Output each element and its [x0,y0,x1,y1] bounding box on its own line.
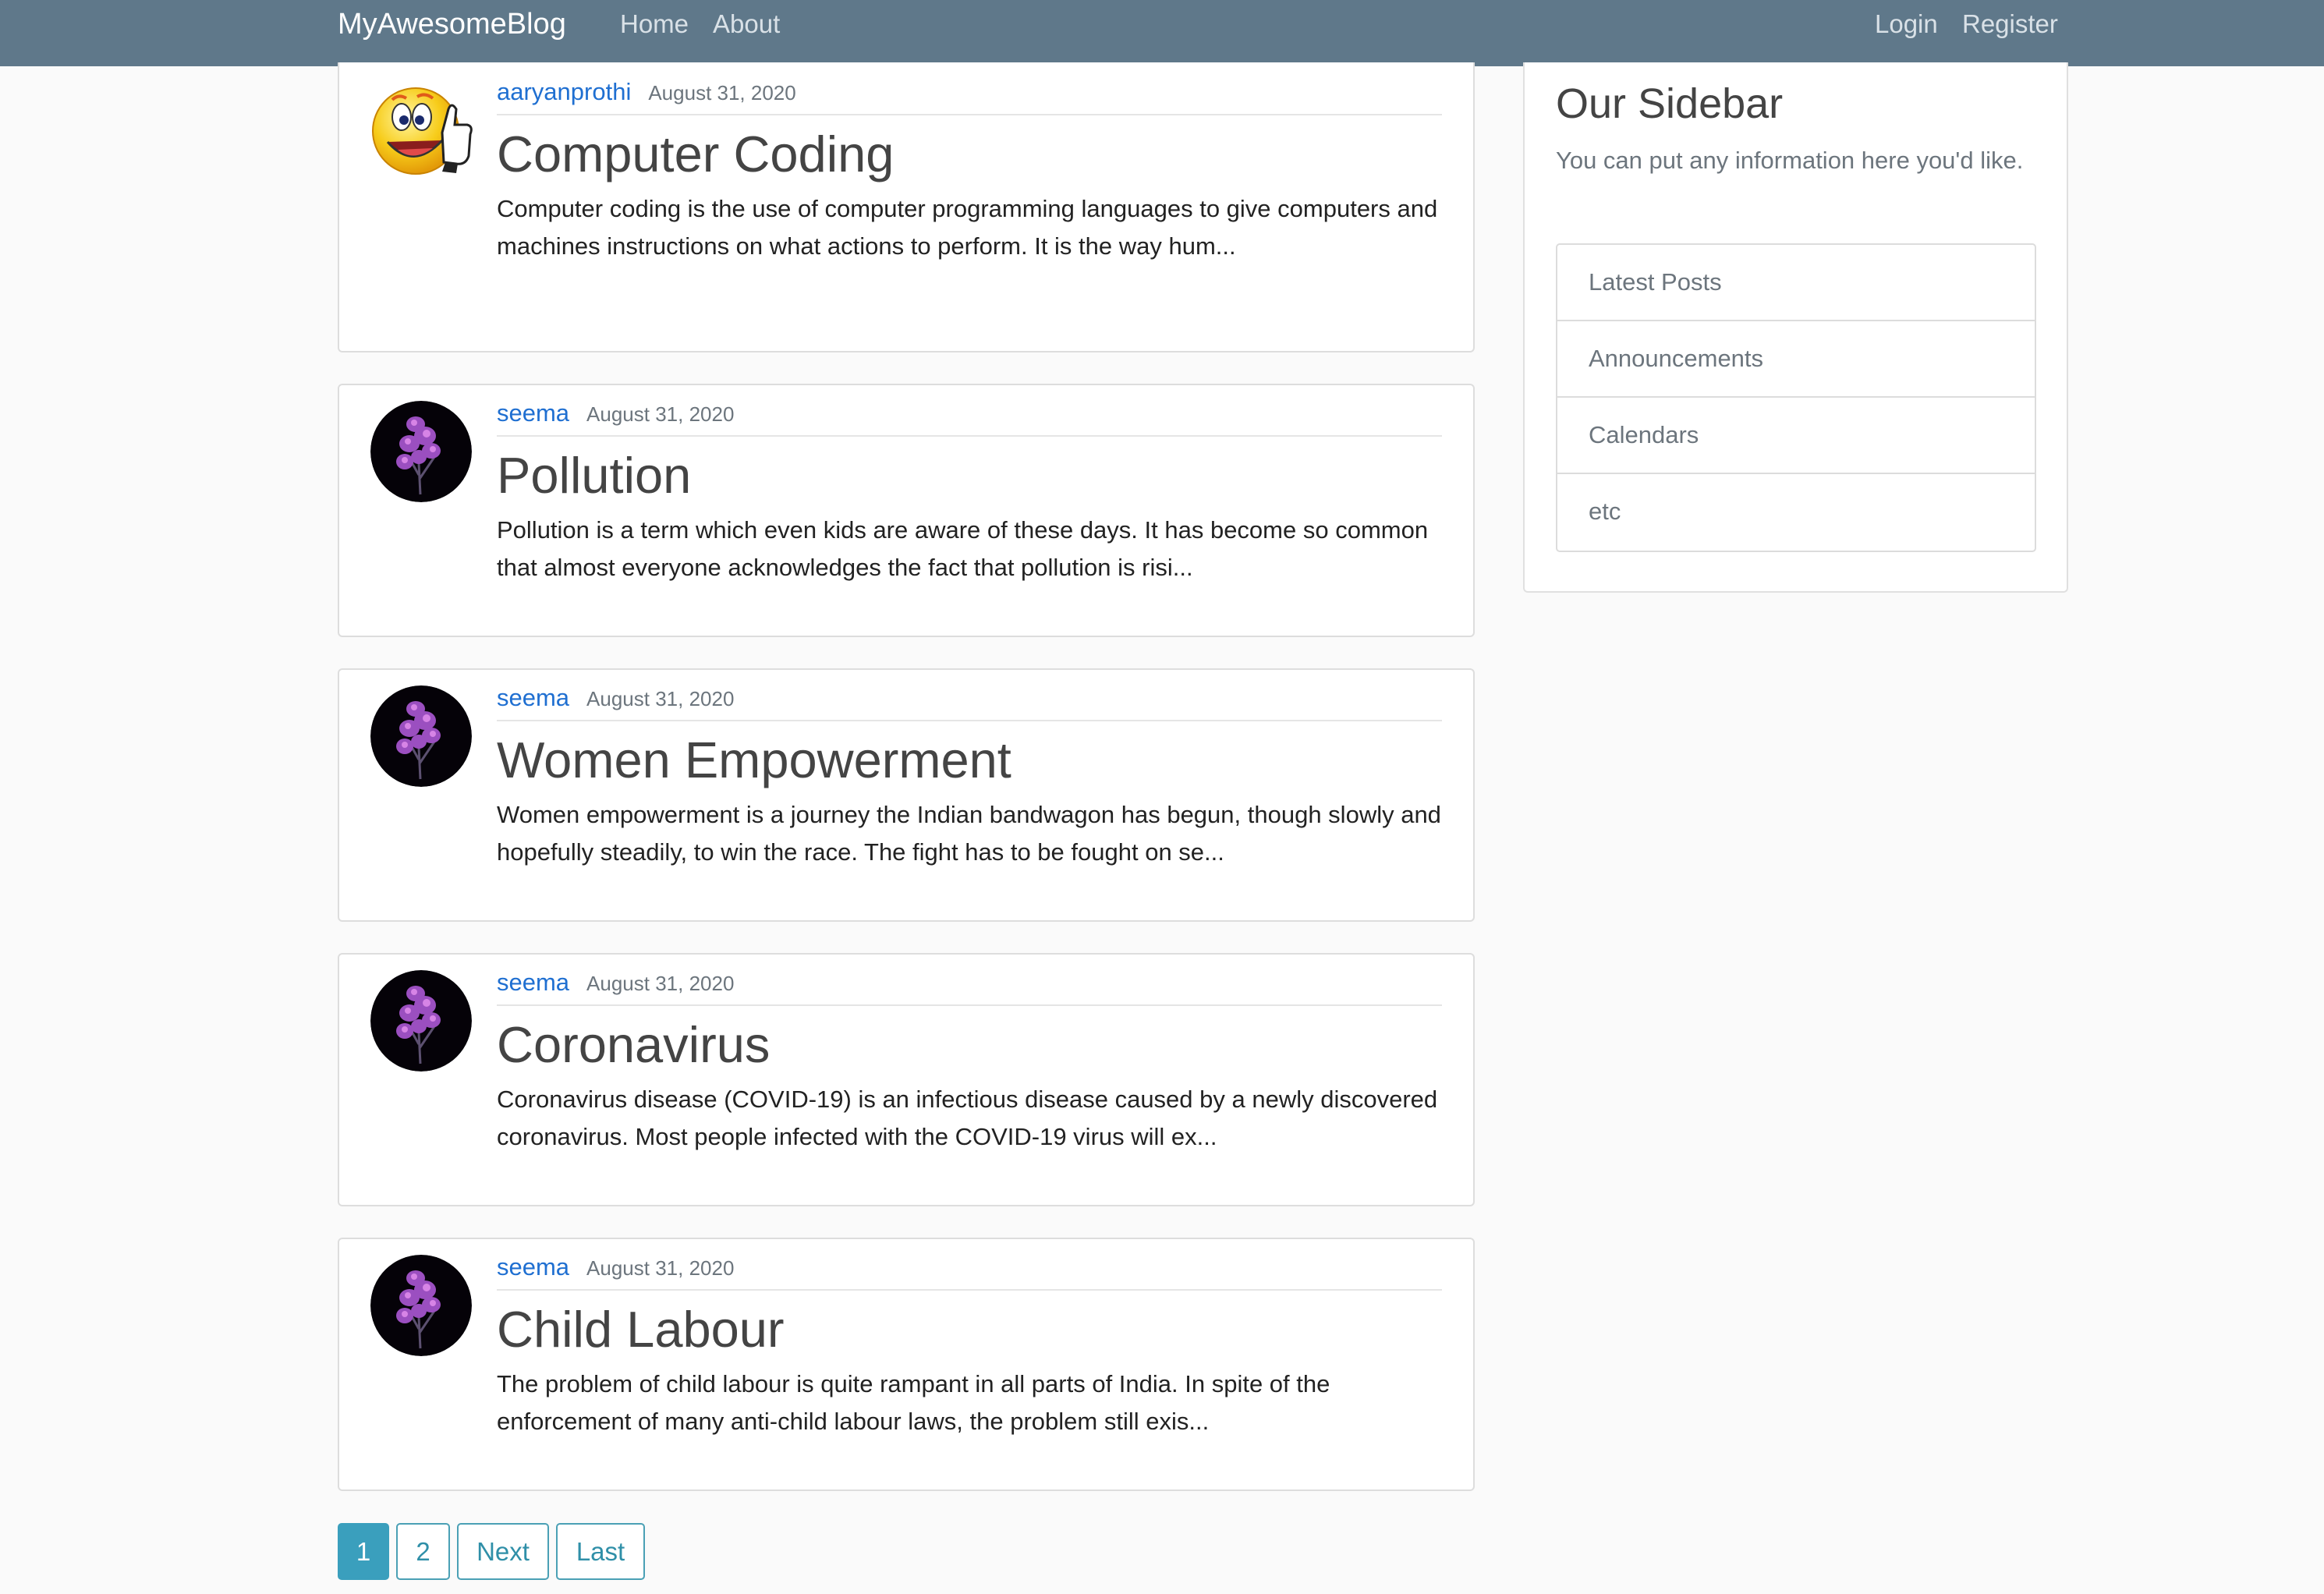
sidebar: Our Sidebar You can put any information … [1523,62,2068,593]
next-page-button[interactable]: Next [457,1523,549,1580]
post-title-link[interactable]: Coronavirus [497,1014,1442,1076]
sidebar-description: You can put any information here you'd l… [1556,147,2024,174]
post-body: aaryanprothi August 31, 2020 Computer Cod… [497,78,1442,289]
post-title-link[interactable]: Child Labour [497,1298,1442,1361]
smiley-thumbs-up-icon [370,78,473,179]
page-1-button[interactable]: 1 [338,1523,389,1580]
post-excerpt: Coronavirus disease (COVID-19) is an inf… [497,1086,1438,1150]
sidebar-item-latest-posts[interactable]: Latest Posts [1557,245,2035,321]
post-body: seema August 31, 2020 Pollution Pollution… [497,399,1442,611]
nav-login-link[interactable]: Login [1875,9,1938,39]
post-title-link[interactable]: Computer Coding [497,123,1442,186]
post-author-link[interactable]: seema [497,399,569,427]
post-body: seema August 31, 2020 Child Labour The pr… [497,1253,1442,1465]
post-card: aaryanprothi August 31, 2020 Computer Cod… [338,62,1475,352]
nav-home-link[interactable]: Home [620,9,689,39]
brand-link[interactable]: MyAwesomeBlog [338,8,566,41]
post-body: seema August 31, 2020 Women Empowerment W… [497,684,1442,895]
post-card: seema August 31, 2020 Child Labour The pr… [338,1238,1475,1491]
post-date: August 31, 2020 [586,687,735,710]
navbar-inner: MyAwesomeBlog Home About Login Register [338,0,2324,66]
post-card: seema August 31, 2020 Pollution Pollution… [338,384,1475,637]
sidebar-title: Our Sidebar [1556,80,1784,127]
nav-register-link[interactable]: Register [1962,9,2058,39]
post-excerpt: Computer coding is the use of computer p… [497,195,1438,260]
post-meta: seema August 31, 2020 [497,684,1442,721]
post-date: August 31, 2020 [648,81,796,104]
post-excerpt: Women empowerment is a journey the India… [497,801,1441,866]
post-author-link[interactable]: seema [497,1253,569,1281]
post-meta: seema August 31, 2020 [497,1253,1442,1291]
post-card: seema August 31, 2020 Women Empowerment W… [338,668,1475,922]
purple-flower-icon [370,970,472,1072]
post-card: seema August 31, 2020 Coronavirus Coronav… [338,953,1475,1206]
post-title-link[interactable]: Pollution [497,445,1442,507]
page-2-button[interactable]: 2 [396,1523,450,1580]
post-date: August 31, 2020 [586,972,735,995]
post-excerpt: The problem of child labour is quite ram… [497,1370,1330,1435]
purple-flower-icon [370,685,472,787]
nav-about-link[interactable]: About [713,9,780,39]
post-author-link[interactable]: aaryanprothi [497,78,631,105]
post-meta: aaryanprothi August 31, 2020 [497,78,1442,115]
navbar: MyAwesomeBlog Home About Login Register [0,0,2324,66]
post-excerpt: Pollution is a term which even kids are … [497,516,1429,581]
post-author-link[interactable]: seema [497,969,569,996]
post-meta: seema August 31, 2020 [497,969,1442,1006]
post-body: seema August 31, 2020 Coronavirus Coronav… [497,969,1442,1180]
sidebar-list: Latest Posts Announcements Calendars etc [1556,243,2036,552]
sidebar-item-announcements[interactable]: Announcements [1557,321,2035,398]
sidebar-item-calendars[interactable]: Calendars [1557,398,2035,474]
post-date: August 31, 2020 [586,402,735,426]
post-title-link[interactable]: Women Empowerment [497,729,1442,792]
purple-flower-icon [370,1255,472,1356]
post-date: August 31, 2020 [586,1256,735,1280]
purple-flower-icon [370,401,472,502]
sidebar-item-etc[interactable]: etc [1557,474,2035,551]
post-meta: seema August 31, 2020 [497,399,1442,437]
last-page-button[interactable]: Last [556,1523,645,1580]
post-author-link[interactable]: seema [497,684,569,711]
